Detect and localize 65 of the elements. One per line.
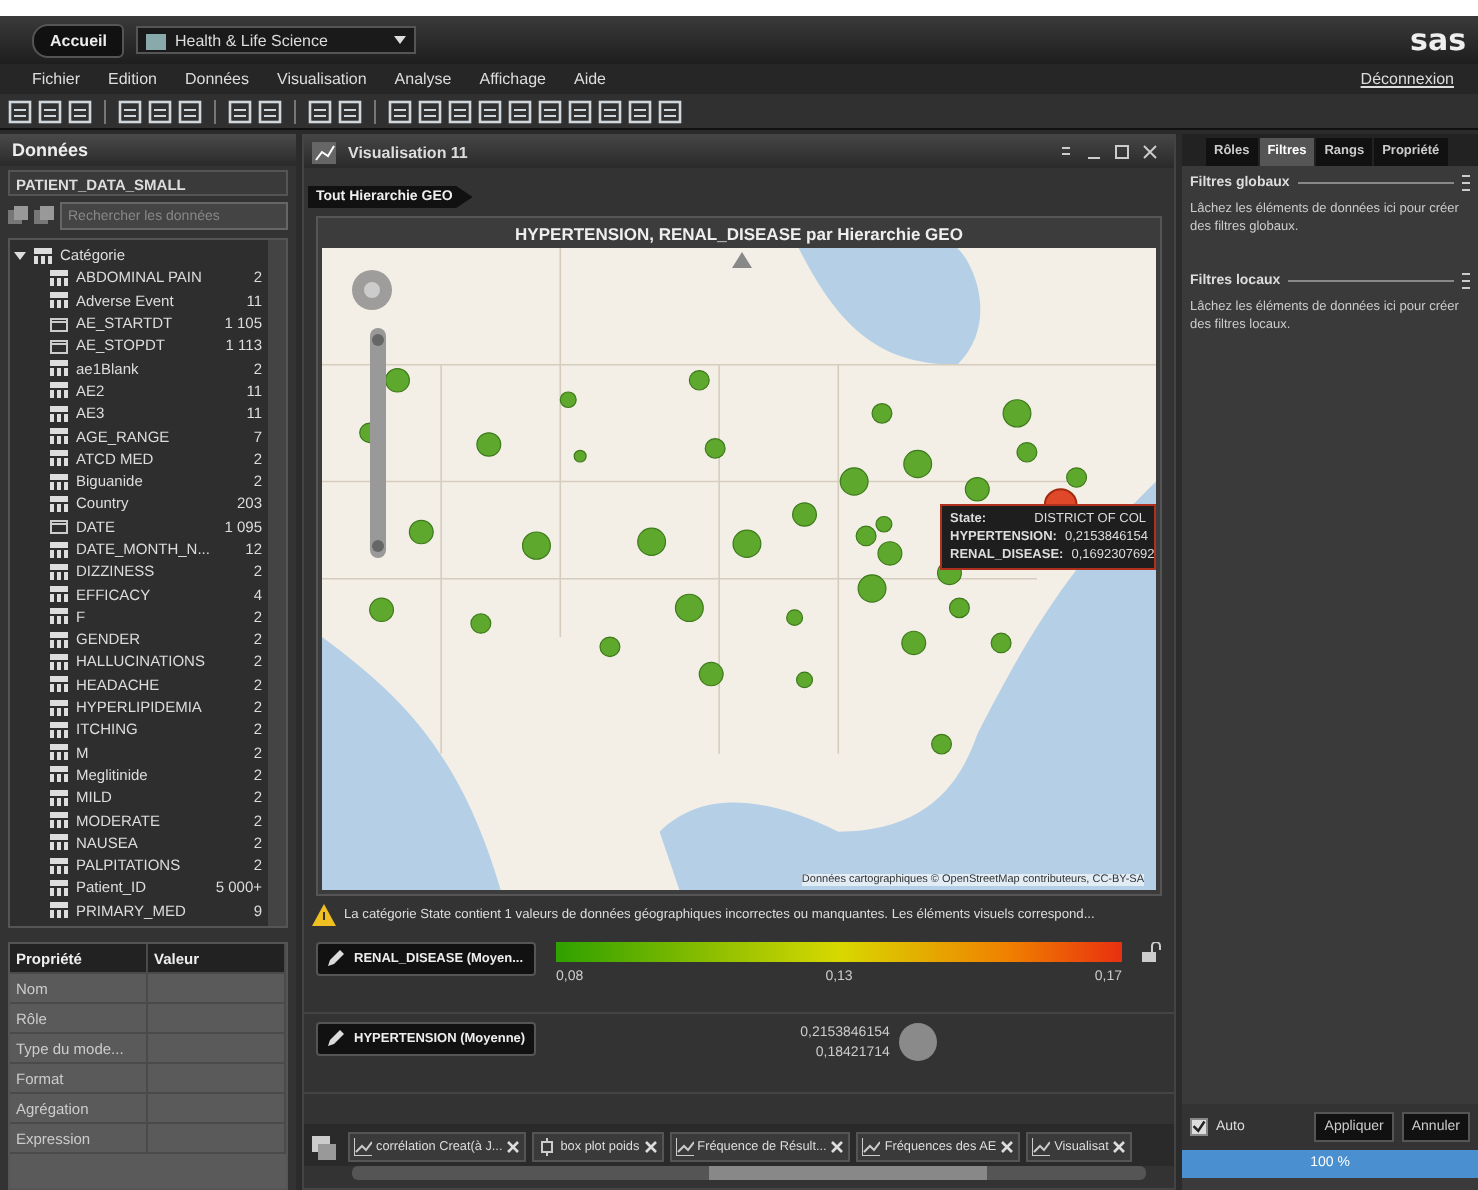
category-icon [50,721,68,738]
logout-link[interactable]: Déconnexion [1360,70,1454,88]
box-plot-icon [538,1138,557,1156]
chart-title: HYPERTENSION, RENAL_DISEASE par Hierarchie GEO [513,222,965,248]
menu-item[interactable]: Aide [573,70,606,88]
menu-item[interactable]: Edition [108,70,157,88]
category-icon [50,789,68,806]
menu-item[interactable]: Analyse [394,70,452,88]
category-icon [50,382,68,399]
size-circle-icon [897,1022,938,1062]
category-icon [50,586,68,603]
workspace-dropdown[interactable]: Health & Life Science [136,26,417,54]
category-icon [50,676,68,693]
category-icon [50,879,68,896]
folder-icon [146,31,167,49]
maximize-icon[interactable] [1114,144,1130,160]
category-icon [50,653,68,670]
calendar-icon [50,518,68,535]
menu-item[interactable]: Données [184,70,250,88]
horizontal-scrollbar[interactable] [352,1166,1146,1180]
category-icon [50,812,68,829]
menu-item[interactable]: Fichier [32,70,81,88]
category-icon [50,631,68,648]
category-icon [50,608,68,625]
logo: sas [1410,22,1466,58]
chart-type-icon[interactable] [312,141,336,163]
close-icon[interactable] [1112,1140,1127,1154]
category-icon [50,902,68,919]
auto-checkbox[interactable] [1190,1118,1208,1136]
warning-icon [312,904,336,926]
category-icon [34,247,52,264]
collapse-arrow-icon[interactable] [732,252,752,268]
calendar-icon [50,315,68,332]
category-icon [50,405,68,422]
calendar-icon [50,337,68,354]
dropdown-caret-icon [394,36,407,44]
category-icon [50,428,68,445]
category-icon [50,473,68,490]
unlock-icon[interactable] [1142,942,1162,962]
menu-item[interactable]: Affichage [479,70,546,88]
pencil-icon [326,1030,344,1048]
close-icon[interactable] [1000,1140,1015,1154]
home-button[interactable]: Accueil [32,23,125,57]
close-icon[interactable] [1142,144,1158,160]
category-icon [50,834,68,851]
category-icon [50,495,68,512]
close-icon[interactable] [506,1140,521,1154]
category-icon [50,360,68,377]
category-icon [50,563,68,580]
category-icon [50,699,68,716]
category-icon [50,766,68,783]
menu-item[interactable]: Visualisation [277,70,367,88]
category-icon [50,450,68,467]
panel-title: Données [0,134,296,166]
category-icon [50,744,68,761]
close-icon[interactable] [643,1140,658,1154]
pages-icon[interactable] [312,1135,336,1159]
pencil-icon [326,950,344,968]
category-icon [50,292,68,309]
visualization-title: Visualisation 11 [348,143,468,161]
category-icon [50,269,68,286]
map-drawing[interactable] [322,248,1156,890]
category-icon [50,541,68,557]
category-icon [50,857,68,874]
close-icon[interactable] [830,1140,845,1154]
